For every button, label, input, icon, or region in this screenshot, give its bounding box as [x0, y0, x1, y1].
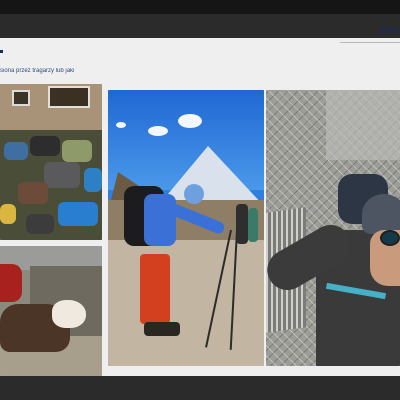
red-blanket: [0, 264, 22, 302]
red-trousers: [140, 254, 170, 324]
screen: DWK siona przez tragarzy lub jaki: [0, 0, 400, 400]
distant-hiker: [248, 208, 258, 242]
header-divider: [340, 42, 400, 43]
yak-photo: [0, 246, 102, 376]
duffel-bag: [62, 140, 92, 162]
bridge-selfie-photo: [266, 90, 400, 366]
duffel-bag: [58, 202, 98, 226]
duffel-bag: [84, 168, 102, 192]
cloud: [116, 122, 126, 128]
window: [48, 86, 90, 108]
sunglasses: [380, 230, 400, 246]
cloud: [178, 114, 202, 128]
duffel-bag: [0, 204, 16, 224]
bottom-bar: [0, 376, 400, 400]
trail: [108, 240, 264, 366]
window: [12, 90, 30, 106]
distant-hiker: [236, 204, 248, 244]
slide-caption: siona przez tragarzy lub jaki: [0, 68, 75, 74]
duffel-bag: [4, 142, 28, 160]
cloud: [148, 126, 168, 136]
duffel-bag: [26, 214, 54, 234]
toolbar: [0, 14, 400, 38]
company-logo: DWK: [379, 26, 400, 35]
duffel-bag: [44, 162, 80, 188]
boots: [144, 322, 180, 336]
helmet: [362, 194, 400, 234]
hiker-head: [184, 184, 204, 204]
duffel-bag: [18, 182, 48, 204]
blue-jacket: [144, 194, 176, 246]
yak-head: [52, 300, 86, 328]
porter-bags-photo: [0, 84, 102, 240]
river: [326, 90, 400, 160]
title-marker: [0, 50, 3, 53]
duffel-bag: [30, 136, 60, 156]
trekker-photo: [108, 90, 264, 366]
top-bar: [0, 0, 400, 14]
